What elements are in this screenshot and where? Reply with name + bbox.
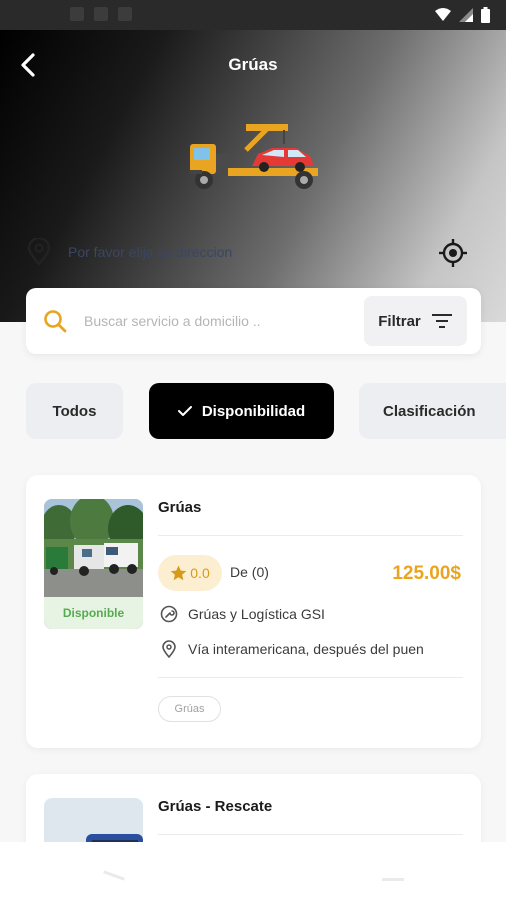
company-row: Grúas y Logística GSI	[160, 605, 464, 623]
chip-disponibilidad[interactable]: Disponibilidad	[149, 383, 334, 439]
rating-pill: 0.0	[158, 555, 222, 591]
rating-value: 0.0	[190, 565, 210, 581]
back-nav-button[interactable]	[103, 870, 125, 881]
service-photo[interactable]: Disponible	[44, 499, 143, 629]
company-name: Grúas y Logística GSI	[188, 606, 325, 622]
search-icon	[44, 310, 67, 333]
header-banner: Grúas Por favor elija su direccion	[0, 30, 506, 322]
search-bar: Buscar servicio a domicilio .. Filtrar	[26, 288, 481, 354]
signal-icon	[459, 8, 473, 22]
recents-nav-button[interactable]	[382, 878, 404, 881]
address-placeholder: Por favor elija su direccion	[68, 244, 233, 260]
divider	[158, 834, 463, 835]
status-bar	[0, 0, 506, 30]
star-icon	[170, 565, 187, 581]
gps-target-icon	[439, 239, 467, 267]
chip-clasificacion[interactable]: Clasificación	[359, 383, 506, 439]
filter-icon	[431, 314, 452, 328]
notification-icon	[118, 7, 132, 21]
service-card[interactable]: Disponible Grúas 0.0 De (0) 125.00$ Grúa…	[26, 475, 481, 748]
address-row: Vía interamericana, después del puen	[160, 640, 464, 658]
check-icon	[177, 406, 192, 416]
filter-button[interactable]: Filtrar	[364, 296, 467, 346]
chip-todos[interactable]: Todos	[26, 383, 123, 439]
locate-me-button[interactable]	[438, 238, 468, 273]
filter-label: Filtrar	[378, 312, 421, 330]
service-name: Grúas - Rescate	[158, 798, 273, 815]
chip-label: Todos	[52, 402, 97, 420]
chip-label: Clasificación	[383, 402, 476, 420]
location-pin-icon	[27, 238, 51, 266]
notification-icon	[94, 7, 108, 21]
divider	[158, 535, 463, 536]
wrench-icon	[160, 605, 178, 623]
category-tag: Grúas	[158, 696, 221, 722]
address-selector[interactable]: Por favor elija su direccion	[26, 238, 232, 266]
service-address: Vía interamericana, después del puen	[188, 641, 424, 657]
service-name: Grúas	[158, 499, 202, 516]
notification-icon	[70, 7, 84, 21]
location-pin-icon	[162, 640, 176, 658]
page-title: Grúas	[228, 55, 278, 74]
price: 125.00$	[392, 563, 461, 584]
search-input[interactable]: Buscar servicio a domicilio ..	[84, 313, 364, 329]
tow-truck-icon	[190, 124, 318, 189]
divider	[158, 677, 463, 678]
system-navigation-bar	[0, 842, 506, 900]
wifi-icon	[435, 8, 451, 21]
status-badge: Disponible	[44, 597, 143, 629]
review-count: De (0)	[230, 564, 269, 580]
battery-icon	[481, 7, 490, 23]
chip-label: Disponibilidad	[201, 402, 306, 420]
